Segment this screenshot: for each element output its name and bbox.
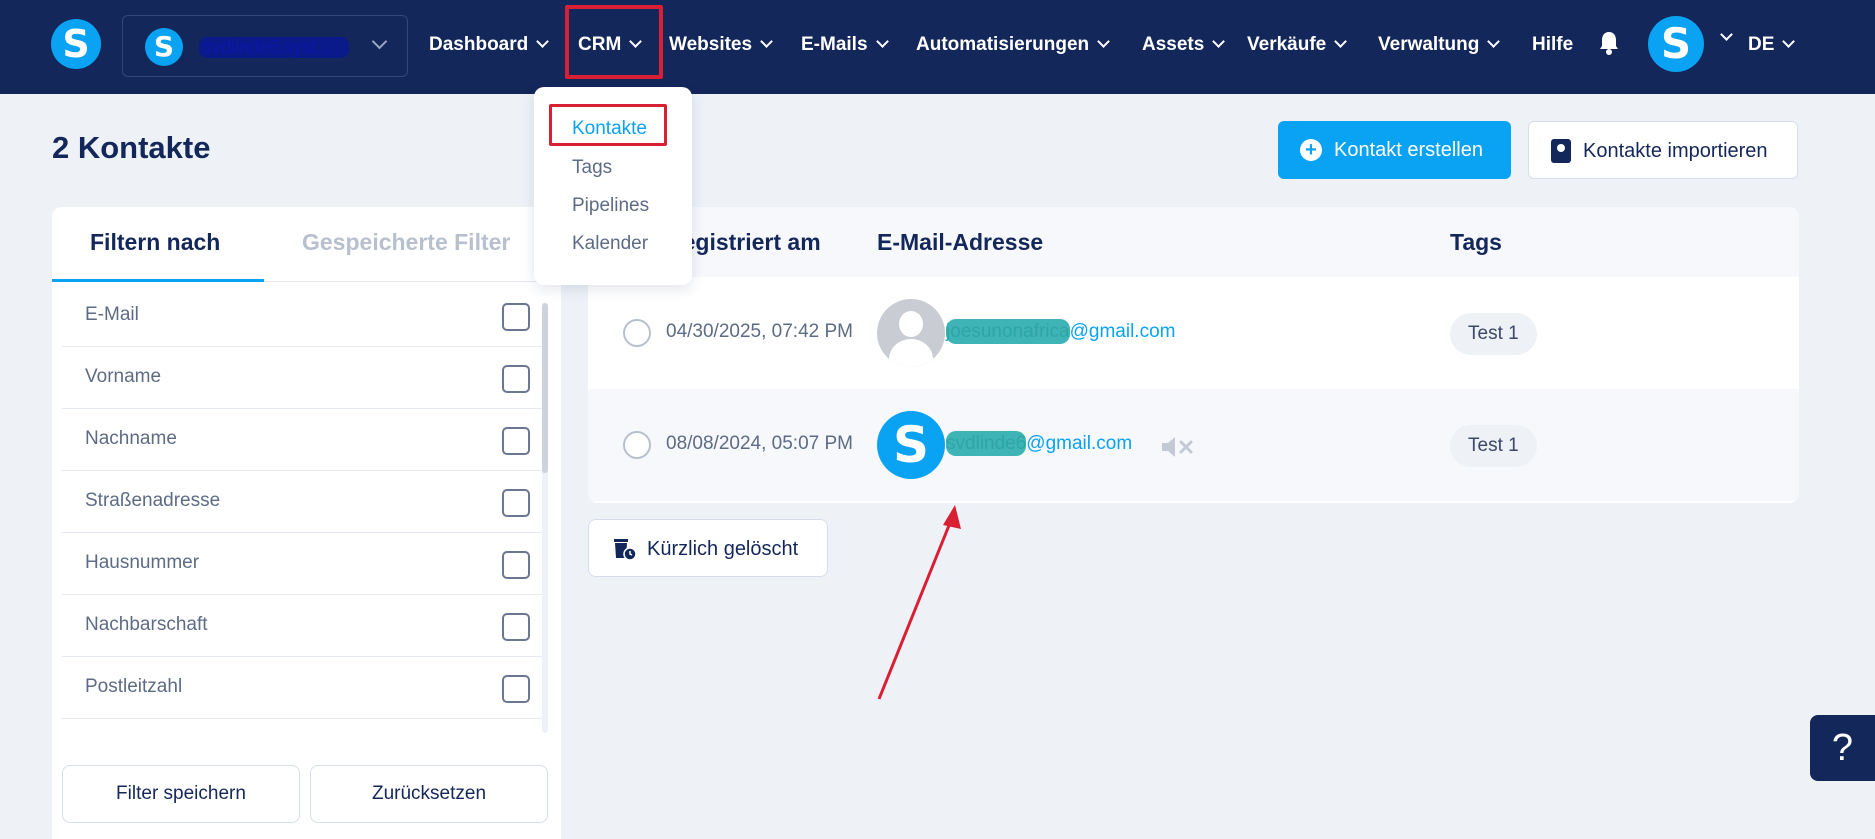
email-user-redacted: joesunonafrica [946,319,1070,344]
menu-item-pipelines[interactable]: Pipelines [572,195,649,217]
save-filter-button[interactable]: Filter speichern [62,765,300,823]
table-row[interactable]: 04/30/2025, 07:42 PM joesunonafrica@gmai… [588,277,1799,389]
create-contact-button[interactable]: + Kontakt erstellen [1278,121,1511,179]
help-widget-button[interactable]: ? [1810,715,1875,781]
top-navbar: S S svdlinde6.syst... Dashboard CRM Webs… [0,0,1875,94]
contact-avatar: S [877,411,945,479]
chevron-down-icon [364,33,388,56]
filter-row-postcode[interactable]: Postleitzahl [62,657,542,719]
recently-deleted-label: Kürzlich gelöscht [647,538,799,560]
filter-label: Vorname [85,366,162,387]
tab-filter-by[interactable]: Filtern nach [90,229,220,256]
filter-checkbox[interactable] [502,551,530,579]
chevron-down-icon [1782,35,1796,48]
email-user-redacted: svdlinde6 [946,431,1027,456]
page-title: 2 Kontakte [52,130,211,165]
nav-help[interactable]: Hilfe [1532,30,1573,60]
nav-automations[interactable]: Automatisierungen [916,30,1110,60]
table-header: Registriert am E-Mail-Adresse Tags [588,207,1799,277]
nav-emails[interactable]: E-Mails [801,30,889,60]
filter-scrollbar[interactable] [542,303,548,733]
muted-speaker-icon [1162,437,1193,457]
chevron-down-icon [1212,35,1226,48]
default-avatar-icon [877,299,945,367]
contacts-table: Registriert am E-Mail-Adresse Tags 04/30… [588,207,1799,503]
column-email[interactable]: E-Mail-Adresse [877,229,1043,256]
active-tab-indicator [52,279,264,282]
email-domain: @gmail.com [1026,433,1133,454]
email-domain: @gmail.com [1069,321,1176,342]
filter-row-firstname[interactable]: Vorname [62,347,542,409]
menu-item-tags[interactable]: Tags [572,157,612,179]
filter-row-email[interactable]: E-Mail [62,285,542,347]
chevron-down-icon [1097,35,1110,48]
filter-checkbox[interactable] [502,489,530,517]
contact-email-link[interactable]: joesunonafrica@gmail.com [946,319,1176,344]
filter-checkbox[interactable] [502,675,530,703]
filter-row-neighborhood[interactable]: Nachbarschaft [62,595,542,657]
table-row[interactable]: 08/08/2024, 05:07 PM S svdlinde6@gmail.c… [588,389,1799,501]
registered-date: 04/30/2025, 07:42 PM [666,321,853,342]
user-avatar[interactable]: S [1648,16,1704,72]
tag-badge[interactable]: Test 1 [1450,425,1537,467]
contact-card-icon [1551,139,1571,163]
contact-email-link[interactable]: svdlinde6@gmail.com [946,431,1133,456]
filter-checkbox[interactable] [502,365,530,393]
create-contact-label: Kontakt erstellen [1334,139,1483,161]
filter-label: Postleitzahl [85,676,183,697]
chevron-down-icon[interactable] [1712,28,1733,48]
import-contacts-button[interactable]: Kontakte importieren [1528,121,1798,179]
contacts-highlight-box [549,104,667,146]
column-tags[interactable]: Tags [1450,229,1502,256]
registered-date: 08/08/2024, 05:07 PM [666,433,853,454]
plus-icon: + [1300,139,1322,161]
nav-dashboard[interactable]: Dashboard [429,30,550,60]
filter-row-house-number[interactable]: Hausnummer [62,533,542,595]
chevron-down-icon [760,35,773,48]
filter-checkbox[interactable] [502,303,530,331]
tab-saved-filters[interactable]: Gespeicherte Filter [302,229,510,256]
tag-badge[interactable]: Test 1 [1450,313,1537,355]
filter-label: E-Mail [85,304,139,325]
workspace-selector[interactable]: S svdlinde6.syst... [122,15,408,77]
filter-checkbox[interactable] [502,613,530,641]
chevron-down-icon [536,35,550,48]
nav-websites[interactable]: Websites [669,30,773,60]
import-contacts-label: Kontakte importieren [1583,140,1768,162]
bell-icon[interactable] [1598,30,1620,56]
chevron-down-icon [875,35,889,48]
filter-checkbox[interactable] [502,427,530,455]
recently-deleted-button[interactable]: Kürzlich gelöscht [588,519,828,577]
filter-panel: Filtern nach Gespeicherte Filter E-Mail … [52,207,561,839]
scrollbar-thumb[interactable] [542,303,548,473]
nav-administration[interactable]: Verwaltung [1378,30,1501,60]
workspace-avatar: S [145,28,183,66]
row-select-radio[interactable] [623,319,651,347]
crm-highlight-box [565,5,663,79]
language-selector[interactable]: DE [1748,30,1796,60]
nav-sales[interactable]: Verkäufe [1247,30,1348,60]
filter-row-lastname[interactable]: Nachname [62,409,542,471]
workspace-name: svdlinde6.syst... [199,37,349,58]
chevron-down-icon [1487,35,1501,48]
filter-label: Hausnummer [85,552,200,573]
filter-label: Nachname [85,428,177,449]
filter-row-street[interactable]: Straßenadresse [62,471,542,533]
chevron-down-icon [1334,35,1348,48]
app-logo[interactable]: S [51,19,101,69]
filter-label: Straßenadresse [85,490,221,511]
menu-item-calendar[interactable]: Kalender [572,233,648,255]
filter-label: Nachbarschaft [85,614,208,635]
row-select-radio[interactable] [623,431,651,459]
nav-assets[interactable]: Assets [1142,30,1226,60]
reset-filter-button[interactable]: Zurücksetzen [310,765,548,823]
trash-clock-icon [614,539,637,561]
